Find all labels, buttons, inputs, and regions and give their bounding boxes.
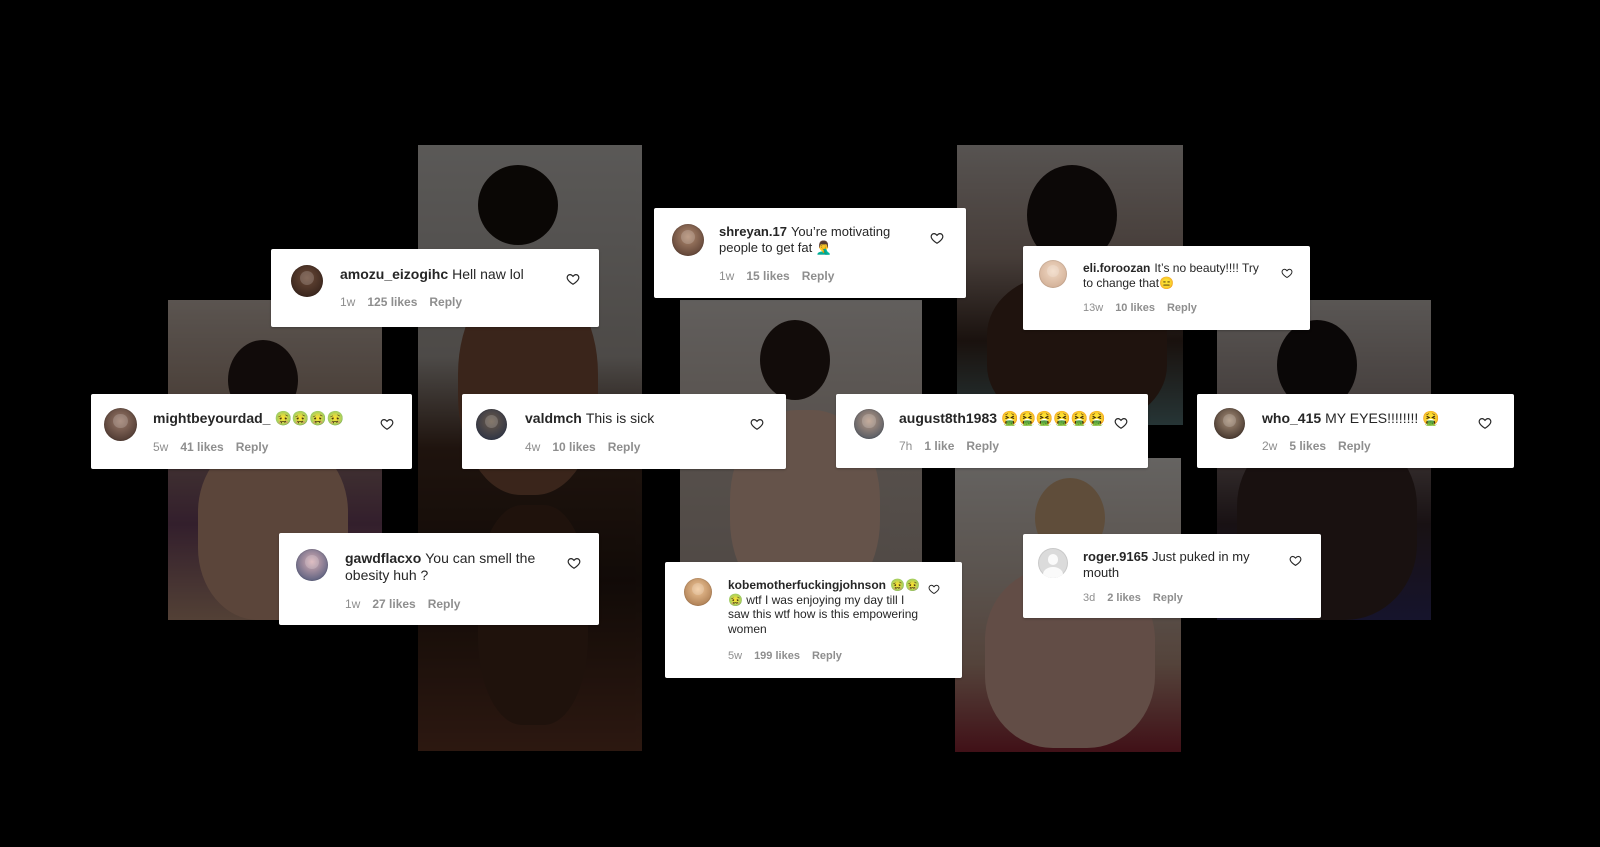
comment-age[interactable]: 4w (525, 440, 540, 454)
comment-username[interactable]: roger.9165 (1083, 549, 1148, 564)
comment-text: This is sick (585, 410, 655, 426)
reply-button[interactable]: Reply (1338, 439, 1371, 453)
user-avatar-icon[interactable] (854, 409, 884, 439)
comment-username[interactable]: mightbeyourdad_ (153, 410, 270, 426)
reply-button[interactable]: Reply (428, 597, 461, 611)
comment-likes[interactable]: 1 like (924, 439, 954, 453)
comment-username[interactable]: kobemotherfuckingjohnson (728, 578, 886, 592)
comment-card: eli.foroozan It’s no beauty!!!! Try to ch… (1023, 246, 1310, 330)
comment-username[interactable]: august8th1983 (899, 410, 997, 426)
heart-outline-icon[interactable] (928, 583, 940, 595)
heart-outline-icon[interactable] (380, 417, 394, 431)
reply-button[interactable]: Reply (966, 439, 999, 453)
comment-age[interactable]: 2w (1262, 439, 1277, 453)
reply-button[interactable]: Reply (812, 650, 842, 662)
comment-username[interactable]: valdmch (525, 410, 582, 426)
heart-outline-icon[interactable] (1289, 554, 1302, 567)
comment-card: roger.9165 Just puked in my mouth 3d 2 lik… (1023, 534, 1321, 618)
comment-text: 🤢🤢🤢🤢 (274, 410, 345, 426)
comment-likes[interactable]: 125 likes (367, 295, 417, 309)
comment-text: MY EYES!!!!!!!! 🤮 (1325, 410, 1440, 426)
comment-age[interactable]: 3d (1083, 592, 1095, 604)
comment-likes[interactable]: 2 likes (1107, 592, 1141, 604)
comment-text: 🤮🤮🤮🤮🤮🤮 (1001, 410, 1106, 426)
reply-button[interactable]: Reply (1167, 302, 1197, 314)
reply-button[interactable]: Reply (1153, 592, 1183, 604)
reply-button[interactable]: Reply (429, 295, 462, 309)
comment-likes[interactable]: 15 likes (746, 269, 789, 283)
user-avatar-icon[interactable] (672, 224, 704, 256)
comment-card: amozu_eizogihc Hell naw lol 1w 125 likes Re… (271, 249, 599, 327)
comment-age[interactable]: 7h (899, 439, 912, 453)
user-avatar-icon[interactable] (1038, 548, 1068, 578)
reply-button[interactable]: Reply (802, 269, 835, 283)
heart-outline-icon[interactable] (1281, 267, 1293, 279)
comment-likes[interactable]: 10 likes (552, 440, 595, 454)
user-avatar-icon[interactable] (1039, 260, 1067, 288)
collage-stage: amozu_eizogihc Hell naw lol 1w 125 likes Re… (0, 0, 1600, 847)
comment-age[interactable]: 13w (1083, 302, 1103, 314)
comment-card: shreyan.17 You’re motivating people to ge… (654, 208, 966, 298)
user-avatar-icon[interactable] (684, 578, 712, 606)
comment-age[interactable]: 5w (153, 440, 168, 454)
comment-card: valdmch This is sick 4w 10 likes Reply (462, 394, 786, 469)
comment-age[interactable]: 1w (340, 295, 355, 309)
user-avatar-icon[interactable] (476, 409, 507, 440)
comment-likes[interactable]: 10 likes (1115, 302, 1155, 314)
comment-username[interactable]: who_415 (1262, 410, 1321, 426)
comment-text: Hell naw lol (452, 266, 524, 282)
heart-outline-icon[interactable] (1478, 416, 1492, 430)
comment-card: gawdflacxo You can smell the obesity huh … (279, 533, 599, 625)
user-avatar-icon[interactable] (104, 408, 137, 441)
reply-button[interactable]: Reply (236, 440, 269, 454)
comment-card: mightbeyourdad_ 🤢🤢🤢🤢 5w 41 likes Reply (91, 394, 412, 469)
comment-card: who_415 MY EYES!!!!!!!! 🤮 2w 5 likes Reply (1197, 394, 1514, 468)
comment-username[interactable]: eli.foroozan (1083, 261, 1150, 275)
comment-age[interactable]: 5w (728, 650, 742, 662)
comment-username[interactable]: gawdflacxo (345, 550, 421, 566)
comment-username[interactable]: amozu_eizogihc (340, 266, 448, 282)
heart-outline-icon[interactable] (566, 272, 580, 286)
user-avatar-icon[interactable] (296, 549, 328, 581)
heart-outline-icon[interactable] (930, 231, 944, 245)
comment-card: august8th1983 🤮🤮🤮🤮🤮🤮 7h 1 like Reply (836, 394, 1148, 468)
heart-outline-icon[interactable] (1114, 416, 1128, 430)
heart-outline-icon[interactable] (567, 556, 581, 570)
comment-card: kobemotherfuckingjohnson 🤢🤢🤢 wtf I was en… (665, 562, 962, 678)
user-avatar-icon[interactable] (1214, 408, 1245, 439)
user-avatar-icon[interactable] (291, 265, 323, 297)
comment-age[interactable]: 1w (345, 597, 360, 611)
reply-button[interactable]: Reply (608, 440, 641, 454)
comment-likes[interactable]: 41 likes (180, 440, 223, 454)
comment-likes[interactable]: 5 likes (1289, 439, 1326, 453)
comment-username[interactable]: shreyan.17 (719, 224, 787, 239)
comment-age[interactable]: 1w (719, 269, 734, 283)
heart-outline-icon[interactable] (750, 417, 764, 431)
comment-likes[interactable]: 199 likes (754, 650, 800, 662)
comment-likes[interactable]: 27 likes (372, 597, 415, 611)
